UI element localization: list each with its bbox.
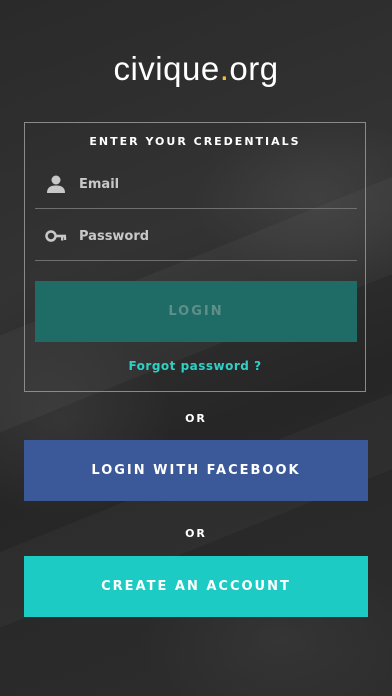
logo: civique.org (0, 50, 392, 88)
user-icon (47, 175, 65, 193)
email-input[interactable] (77, 169, 351, 199)
email-field-row (35, 161, 357, 209)
create-account-button[interactable]: CREATE AN ACCOUNT (24, 556, 368, 617)
logo-text-part: civ (113, 50, 156, 87)
or-separator: OR (185, 527, 207, 540)
logo-text-part: i (155, 50, 164, 87)
login-button[interactable]: LOGIN (35, 281, 357, 342)
logo-text-part: que (163, 50, 220, 87)
credentials-title: ENTER YOUR CREDENTIALS (89, 135, 301, 148)
password-input[interactable] (77, 221, 351, 251)
logo-text-part: org (229, 50, 279, 87)
forgot-password-link[interactable]: Forgot password ? (25, 359, 365, 373)
facebook-login-button[interactable]: LOGIN WITH FACEBOOK (24, 440, 368, 501)
password-field-row (35, 213, 357, 261)
credentials-card: ENTER YOUR CREDENTIALS LOGIN Forgot pass… (24, 122, 366, 392)
key-icon (45, 230, 67, 242)
or-separator: OR (185, 412, 207, 425)
logo-dot: . (219, 50, 230, 87)
